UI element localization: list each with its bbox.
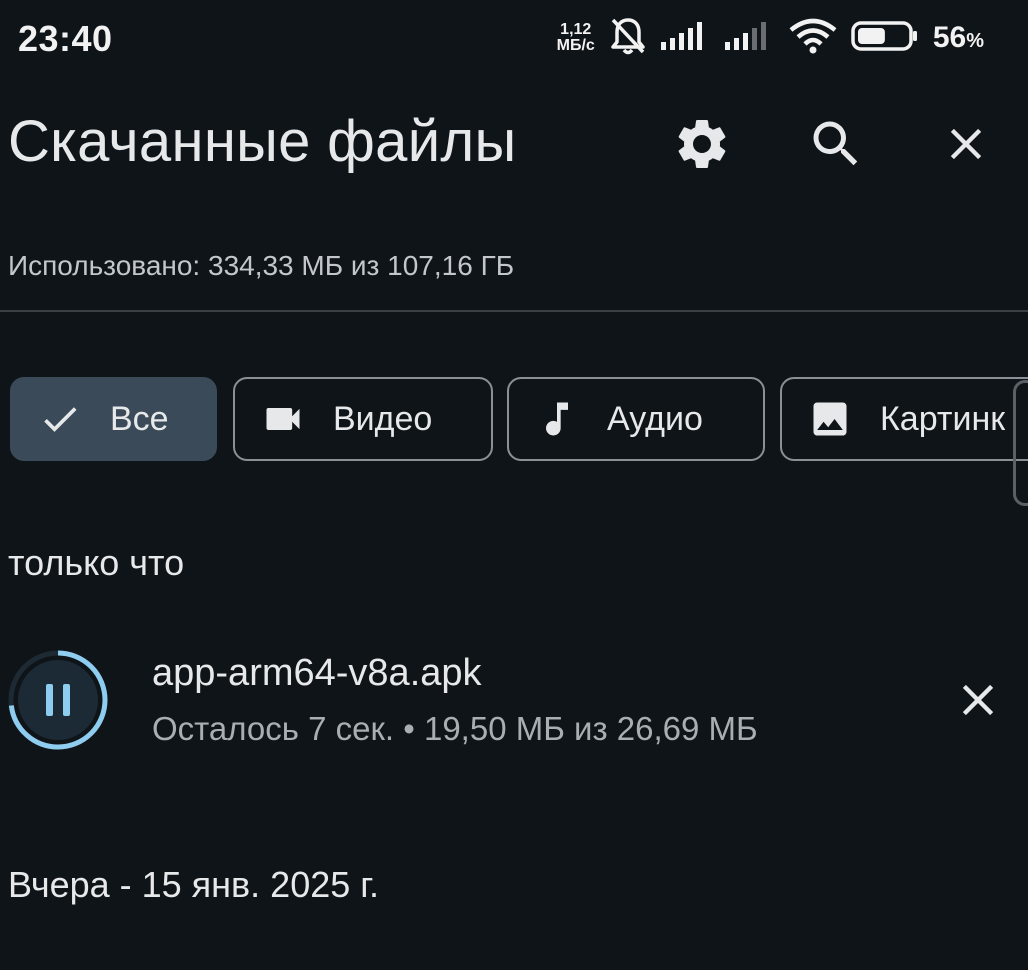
close-button[interactable] <box>930 110 1002 182</box>
search-button[interactable] <box>800 110 872 182</box>
close-icon <box>940 118 992 175</box>
chip-audio-label: Аудио <box>607 399 703 438</box>
chip-video-label: Видео <box>333 399 433 438</box>
signal-icon <box>660 20 711 57</box>
download-file-name: app-arm64-v8a.apk <box>152 652 482 694</box>
cancel-download-button[interactable] <box>942 666 1014 738</box>
chip-audio[interactable]: Аудио <box>507 377 765 461</box>
section-header-just-now: только что <box>8 542 185 583</box>
scroll-edge-handle[interactable] <box>1013 380 1028 506</box>
status-icons: 1,12 МБ/с 56% <box>557 14 984 62</box>
gear-icon <box>672 114 732 179</box>
storage-usage: Использовано: 334,33 МБ из 107,16 ГБ <box>8 250 515 281</box>
chip-all-label: Все <box>110 399 169 438</box>
search-icon <box>806 114 866 179</box>
battery-percent-value: 56 <box>932 21 967 54</box>
music-note-icon <box>535 397 579 441</box>
signal-weak-icon <box>724 20 775 57</box>
chip-all[interactable]: Все <box>10 377 217 461</box>
battery-percent-sign: % <box>966 30 984 52</box>
chip-images-label: Картинк <box>880 399 1006 438</box>
settings-button[interactable] <box>666 110 738 182</box>
network-speed-value: 1,12 <box>560 21 592 38</box>
page-title: Скачанные файлы <box>8 109 517 174</box>
pause-download-button[interactable] <box>6 648 110 752</box>
video-icon <box>261 397 305 441</box>
section-header-yesterday: Вчера - 15 янв. 2025 г. <box>8 864 380 905</box>
wifi-icon <box>789 18 837 59</box>
close-icon <box>952 674 1004 731</box>
image-icon <box>808 397 852 441</box>
battery-icon <box>851 20 919 57</box>
status-time: 23:40 <box>18 18 113 59</box>
download-item[interactable]: app-arm64-v8a.apk Осталось 7 сек. • 19,5… <box>0 640 1028 760</box>
status-bar: 23:40 1,12 МБ/с 56% <box>0 0 1028 80</box>
divider <box>0 310 1028 312</box>
network-speed: 1,12 МБ/с <box>557 22 595 54</box>
chip-video[interactable]: Видео <box>233 377 493 461</box>
mute-bell-icon <box>609 16 647 61</box>
check-icon <box>38 397 82 441</box>
network-speed-unit: МБ/с <box>556 37 595 54</box>
download-status: Осталось 7 сек. • 19,50 МБ из 26,69 МБ <box>152 710 758 747</box>
chip-images[interactable]: Картинк <box>780 377 1028 461</box>
battery-percent: 56% <box>933 21 984 55</box>
